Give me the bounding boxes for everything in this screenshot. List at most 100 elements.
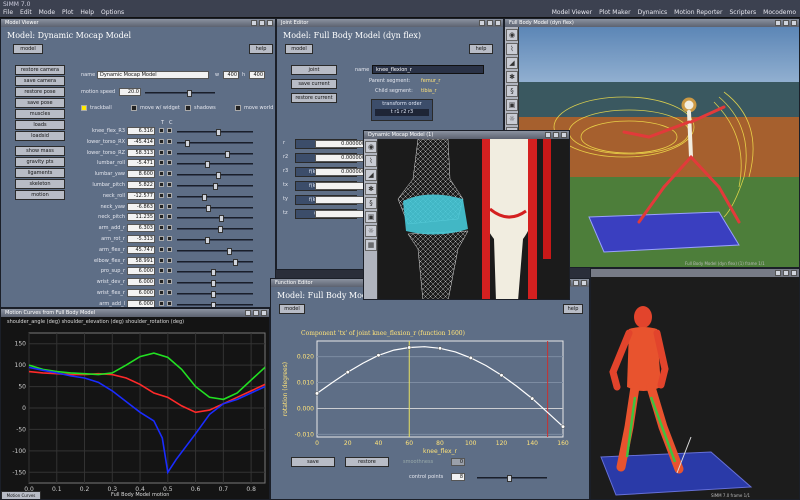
menu-item-mode[interactable]: Mode: [39, 9, 55, 16]
slider-thumb[interactable]: [507, 475, 512, 482]
close-icon[interactable]: [561, 132, 567, 138]
slider-thumb[interactable]: [187, 90, 192, 97]
option-checkbox[interactable]: [235, 105, 241, 111]
walking-model-scene[interactable]: [591, 277, 800, 500]
control-points-slider[interactable]: [477, 475, 547, 482]
clamp-checkbox[interactable]: [167, 290, 172, 295]
help-button[interactable]: help: [563, 304, 583, 314]
maximize-icon[interactable]: [553, 132, 559, 138]
coordinate-value[interactable]: 8.600: [127, 170, 155, 179]
viewer-side-button[interactable]: muscles: [15, 109, 65, 119]
height-field[interactable]: 400: [249, 71, 265, 79]
lock-checkbox[interactable]: [159, 192, 164, 198]
coordinate-slider[interactable]: [177, 129, 253, 136]
slider-thumb[interactable]: [205, 237, 210, 244]
coordinate-slider[interactable]: [177, 139, 253, 147]
body-view-bottom-titlebar[interactable]: [591, 269, 799, 277]
light-icon[interactable]: ☼: [506, 113, 518, 125]
save-button[interactable]: save: [291, 457, 335, 467]
dof-value-field[interactable]: 0.000000: [315, 168, 367, 176]
option-checkbox[interactable]: [81, 105, 87, 111]
viewer-side-button[interactable]: loadsid: [15, 131, 65, 141]
tool-menu-item[interactable]: Motion Reporter: [674, 9, 722, 16]
lock-checkbox[interactable]: [159, 300, 164, 306]
coordinate-slider[interactable]: [177, 301, 253, 307]
slider-thumb[interactable]: [225, 150, 230, 158]
minimize-icon[interactable]: [245, 310, 251, 316]
coordinate-slider[interactable]: [177, 237, 253, 244]
lock-checkbox[interactable]: [159, 236, 164, 241]
knee-closeup-scene[interactable]: [378, 139, 570, 300]
viewer-side-button[interactable]: save pose: [15, 98, 65, 108]
help-button[interactable]: help: [249, 44, 273, 54]
clamp-checkbox[interactable]: [167, 279, 172, 285]
coordinate-value[interactable]: -12.577: [127, 191, 155, 200]
clamp-checkbox[interactable]: [167, 300, 172, 306]
camera-icon[interactable]: ▣: [506, 99, 518, 111]
marker-icon[interactable]: ✱: [365, 183, 377, 195]
coordinate-value[interactable]: 6.000: [127, 289, 155, 297]
viewer-side-button[interactable]: ligaments: [15, 168, 65, 178]
coordinate-value[interactable]: 6.000: [127, 267, 155, 276]
viewer-side-button[interactable]: gravity pts: [15, 157, 65, 167]
tool-menu-item[interactable]: Plot Maker: [599, 9, 631, 16]
width-field[interactable]: 400: [223, 71, 239, 79]
dof-value-field[interactable]: 0.000000: [315, 154, 367, 162]
viewer-side-button[interactable]: loads: [15, 120, 65, 130]
tool-menu-item[interactable]: Mocodemo: [763, 9, 796, 16]
dof-value-field[interactable]: 0.000000: [315, 140, 367, 148]
slider-thumb[interactable]: [219, 215, 224, 223]
model-button[interactable]: model: [285, 44, 313, 54]
coordinate-value[interactable]: 5.822: [127, 181, 155, 189]
clamp-checkbox[interactable]: [167, 236, 172, 241]
coordinate-slider[interactable]: [177, 172, 253, 180]
lock-checkbox[interactable]: [159, 203, 164, 209]
eye-icon[interactable]: ◉: [506, 29, 518, 41]
minimize-icon[interactable]: [479, 20, 485, 26]
slider-thumb[interactable]: [216, 129, 221, 136]
coordinate-value[interactable]: 6.303: [127, 224, 155, 233]
maximize-icon[interactable]: [783, 20, 789, 26]
slider-thumb[interactable]: [202, 193, 207, 201]
slider-thumb[interactable]: [216, 172, 221, 180]
motion-curves-plot[interactable]: 150100500-50-100-1500.0 0.1 0.2 0.3 0.4 0.5 0.…: [1, 325, 270, 500]
spring-icon[interactable]: §: [506, 85, 518, 97]
muscle-icon[interactable]: ◢: [365, 169, 377, 181]
coordinate-value[interactable]: -45.414: [127, 137, 155, 146]
dof-value-field[interactable]: [315, 182, 367, 190]
lock-checkbox[interactable]: [159, 246, 164, 252]
muscle-icon[interactable]: ◢: [506, 57, 518, 69]
child-segment-link[interactable]: tibia_r: [421, 88, 437, 94]
close-icon[interactable]: [495, 20, 501, 26]
lock-checkbox[interactable]: [159, 138, 164, 144]
coordinate-slider[interactable]: [177, 215, 253, 223]
coordinate-slider[interactable]: [177, 280, 253, 288]
clamp-checkbox[interactable]: [167, 225, 172, 231]
viewer-side-button[interactable]: save camera: [15, 76, 65, 86]
dof-value-field[interactable]: [315, 210, 367, 218]
tool-menu-item[interactable]: Model Viewer: [552, 9, 592, 16]
restore-button[interactable]: restore: [345, 457, 389, 467]
motion-curves-tab[interactable]: Motion Curves: [1, 491, 41, 499]
slider-thumb[interactable]: [211, 291, 216, 298]
close-icon[interactable]: [791, 20, 797, 26]
lock-checkbox[interactable]: [159, 214, 164, 220]
mocap-view-titlebar[interactable]: Dynamic Mocap Model (1): [364, 131, 569, 139]
slider-thumb[interactable]: [211, 280, 216, 288]
menu-item-plot[interactable]: Plot: [62, 9, 73, 16]
viewer-side-button[interactable]: motion: [15, 190, 65, 200]
option-checkbox[interactable]: [185, 105, 191, 111]
clamp-checkbox[interactable]: [167, 171, 172, 177]
close-icon[interactable]: [261, 310, 267, 316]
coordinate-value[interactable]: -5.471: [127, 159, 155, 168]
clamp-checkbox[interactable]: [167, 160, 172, 166]
transform-order-box[interactable]: transform order t r1 r2 r3: [371, 99, 433, 121]
coordinate-slider[interactable]: [177, 204, 253, 212]
coordinate-slider[interactable]: [177, 269, 253, 277]
slider-thumb[interactable]: [211, 269, 216, 277]
lock-checkbox[interactable]: [159, 128, 164, 133]
viewer-side-button[interactable]: show mass: [15, 146, 65, 156]
minimize-icon[interactable]: [251, 20, 257, 26]
name-field[interactable]: Dynamic Mocap Model: [97, 71, 209, 79]
clamp-checkbox[interactable]: [167, 149, 172, 155]
